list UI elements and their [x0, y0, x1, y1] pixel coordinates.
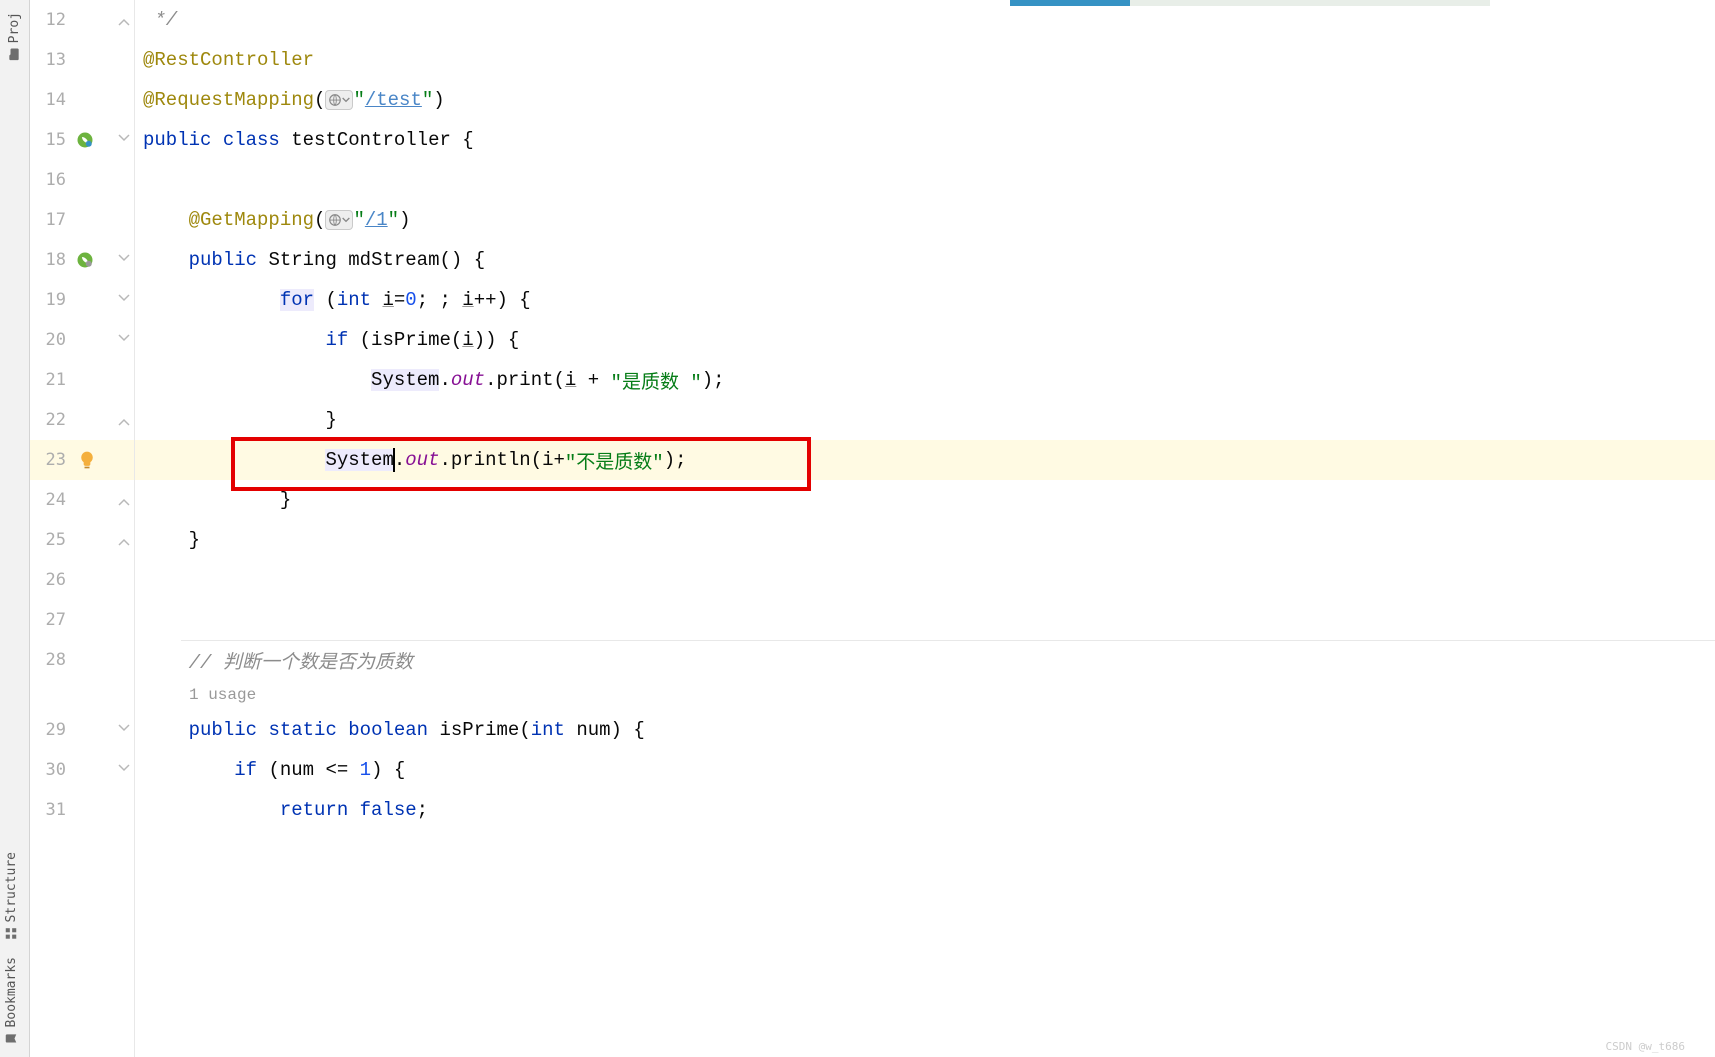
- line-number[interactable]: 21: [30, 370, 72, 390]
- bookmarks-tab[interactable]: Bookmarks: [0, 949, 23, 1053]
- code-line[interactable]: [135, 160, 1715, 200]
- fold-start-icon[interactable]: [118, 294, 130, 306]
- code-line[interactable]: public class testController {: [135, 120, 1715, 160]
- fold-end-icon[interactable]: [118, 494, 130, 506]
- folder-icon: [8, 47, 22, 61]
- url-globe-icon[interactable]: [325, 210, 353, 230]
- line-number[interactable]: 12: [30, 10, 72, 30]
- code-line[interactable]: @GetMapping("/1"): [135, 200, 1715, 240]
- code-line[interactable]: for (int i=0; ; i++) {: [135, 280, 1715, 320]
- usage-count[interactable]: 1 usage: [143, 686, 256, 704]
- code-line[interactable]: System.out.print(i + "是质数 ");: [135, 360, 1715, 400]
- bookmarks-tab-label: Bookmarks: [4, 957, 19, 1027]
- fold-start-icon[interactable]: [118, 134, 130, 146]
- fold-start-icon[interactable]: [118, 254, 130, 266]
- intention-bulb-icon[interactable]: [77, 450, 97, 470]
- code-line[interactable]: }: [135, 400, 1715, 440]
- method-separator: [181, 640, 1715, 641]
- code-line[interactable]: [135, 600, 1715, 640]
- fold-end-icon[interactable]: [118, 414, 130, 426]
- side-tool-tabs: Proj Structure Bookmarks: [0, 0, 30, 1057]
- line-number[interactable]: 18: [30, 250, 72, 270]
- code-line[interactable]: }: [135, 480, 1715, 520]
- code-line[interactable]: // 判断一个数是否为质数: [135, 640, 1715, 680]
- code-line-current[interactable]: System.out.println(i+"不是质数");: [135, 440, 1715, 480]
- annotation: @GetMapping: [189, 209, 314, 231]
- line-number[interactable]: 15: [30, 130, 72, 150]
- project-tab-label: Proj: [7, 12, 22, 43]
- line-number[interactable]: 14: [30, 90, 72, 110]
- fold-end-icon[interactable]: [118, 534, 130, 546]
- line-number[interactable]: 28: [30, 650, 72, 670]
- gutter: 12 13 14 15 16 17 18 19 20 21 22 23 24 2…: [30, 0, 135, 1057]
- fold-end-icon[interactable]: [118, 14, 130, 26]
- line-number[interactable]: 24: [30, 490, 72, 510]
- code-line[interactable]: @RequestMapping("/test"): [135, 80, 1715, 120]
- spring-bean-icon[interactable]: [76, 131, 94, 149]
- line-number[interactable]: 19: [30, 290, 72, 310]
- line-number[interactable]: 29: [30, 720, 72, 740]
- line-number[interactable]: 23: [30, 450, 72, 470]
- annotation: @RequestMapping: [143, 89, 314, 111]
- annotation: @RestController: [143, 49, 314, 71]
- line-number[interactable]: 20: [30, 330, 72, 350]
- code-line[interactable]: @RestController: [135, 40, 1715, 80]
- code-line[interactable]: public String mdStream() {: [135, 240, 1715, 280]
- url-link[interactable]: /test: [365, 89, 422, 111]
- line-number[interactable]: 26: [30, 570, 72, 590]
- line-number[interactable]: 31: [30, 800, 72, 820]
- bookmark-icon: [5, 1031, 19, 1045]
- fold-start-icon[interactable]: [118, 334, 130, 346]
- line-number[interactable]: 17: [30, 210, 72, 230]
- project-tab[interactable]: Proj: [0, 4, 29, 69]
- code-line[interactable]: if (isPrime(i)) {: [135, 320, 1715, 360]
- structure-tab[interactable]: Structure: [0, 844, 23, 948]
- fold-start-icon[interactable]: [118, 724, 130, 736]
- comment-text: // 判断一个数是否为质数: [189, 647, 413, 674]
- code-line[interactable]: */: [135, 0, 1715, 40]
- line-number[interactable]: 27: [30, 610, 72, 630]
- code-line[interactable]: return false;: [135, 790, 1715, 830]
- structure-icon: [5, 927, 19, 941]
- code-editor[interactable]: */ @RestController @RequestMapping("/tes…: [135, 0, 1715, 1057]
- line-number[interactable]: 25: [30, 530, 72, 550]
- code-line[interactable]: if (num <= 1) {: [135, 750, 1715, 790]
- structure-tab-label: Structure: [4, 852, 19, 922]
- line-number[interactable]: 30: [30, 760, 72, 780]
- watermark: CSDN @w_t686: [1606, 1040, 1685, 1053]
- url-globe-icon[interactable]: [325, 90, 353, 110]
- url-link[interactable]: /1: [365, 209, 388, 231]
- line-number[interactable]: 22: [30, 410, 72, 430]
- fold-start-icon[interactable]: [118, 764, 130, 776]
- code-line[interactable]: public static boolean isPrime(int num) {: [135, 710, 1715, 750]
- comment-text: */: [143, 9, 177, 31]
- spring-bean-icon[interactable]: [76, 251, 94, 269]
- line-number[interactable]: 16: [30, 170, 72, 190]
- code-line[interactable]: }: [135, 520, 1715, 560]
- usage-hint[interactable]: 1 usage: [135, 680, 1715, 710]
- line-number[interactable]: 13: [30, 50, 72, 70]
- code-line[interactable]: [135, 560, 1715, 600]
